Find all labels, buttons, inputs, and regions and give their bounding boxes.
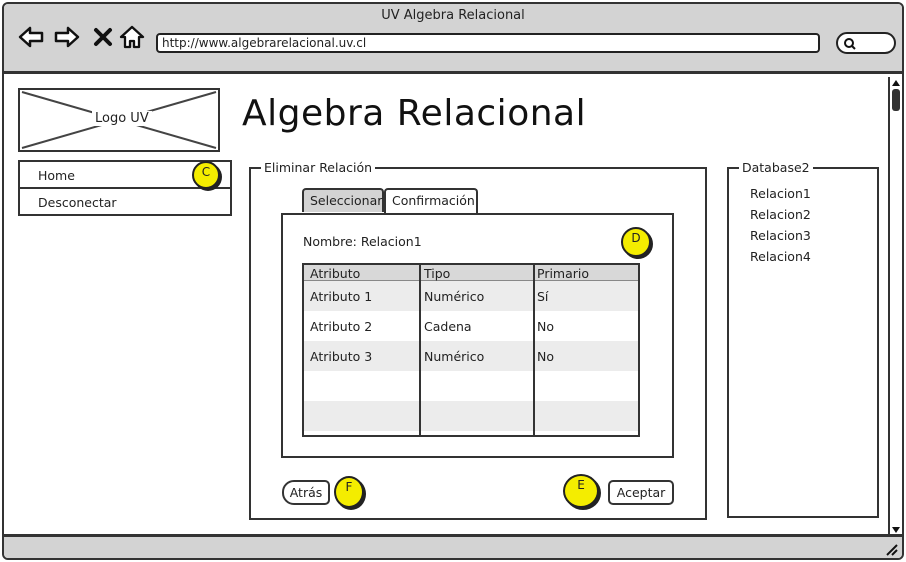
search-box[interactable]	[836, 32, 896, 54]
cell-atributo: Atributo 1	[310, 289, 373, 304]
annotation-badge-e: E	[563, 474, 599, 508]
back-arrow-icon[interactable]	[18, 24, 44, 50]
address-bar[interactable]: http://www.algebrarelacional.uv.cl	[156, 33, 820, 53]
cell-primario: Sí	[537, 289, 549, 304]
scroll-thumb[interactable]	[892, 89, 900, 111]
page-title: Algebra Relacional	[242, 93, 587, 134]
column-divider	[419, 265, 421, 435]
cell-atributo: Atributo 3	[310, 349, 373, 364]
column-divider	[533, 265, 535, 435]
database-legend: Database2	[739, 160, 813, 175]
table-row-empty	[304, 401, 638, 431]
home-icon[interactable]	[119, 24, 145, 50]
attributes-table: Atributo Tipo Primario Atributo 1 Numéri…	[302, 263, 640, 437]
header-tipo: Tipo	[424, 266, 451, 281]
tab-confirmacion[interactable]: Confirmación	[384, 188, 478, 215]
cell-tipo: Numérico	[424, 289, 485, 304]
window-title: UV Algebra Relacional	[381, 8, 525, 23]
scroll-up-icon[interactable]	[891, 78, 901, 88]
status-bar	[4, 534, 902, 558]
cell-tipo: Cadena	[424, 319, 472, 334]
annotation-badge-c: C	[192, 161, 220, 189]
browser-window: UV Algebra Relacional http://www.algebra…	[2, 2, 904, 560]
accept-button[interactable]: Aceptar	[608, 480, 674, 505]
resize-grip-icon[interactable]	[884, 542, 898, 556]
logo-label: Logo UV	[92, 111, 152, 126]
back-button[interactable]: Atrás	[282, 480, 330, 505]
sidebar-item-desconectar[interactable]: Desconectar	[20, 189, 230, 216]
annotation-badge-d: D	[621, 227, 651, 257]
database-item-relacion2[interactable]: Relacion2	[750, 207, 811, 222]
database-item-relacion4[interactable]: Relacion4	[750, 249, 811, 264]
page-content: Logo UV Algebra Relacional Home Desconec…	[4, 77, 890, 536]
close-icon[interactable]	[90, 24, 116, 50]
header-atributo: Atributo	[310, 266, 361, 281]
cell-tipo: Numérico	[424, 349, 485, 364]
eliminar-relacion-legend: Eliminar Relación	[261, 160, 376, 175]
browser-toolbar: UV Algebra Relacional http://www.algebra…	[4, 4, 902, 74]
table-row-empty	[304, 371, 638, 401]
header-primario: Primario	[537, 266, 590, 281]
forward-arrow-icon[interactable]	[54, 24, 80, 50]
tab-seleccionar[interactable]: Seleccionar	[302, 188, 384, 212]
database-item-relacion1[interactable]: Relacion1	[750, 186, 811, 201]
annotation-badge-f: F	[334, 476, 364, 508]
nombre-label: Nombre: Relacion1	[303, 234, 422, 249]
cell-primario: No	[537, 349, 554, 364]
vertical-scrollbar[interactable]	[888, 77, 902, 536]
cell-atributo: Atributo 2	[310, 319, 373, 334]
logo-placeholder: Logo UV	[18, 88, 220, 152]
cell-primario: No	[537, 319, 554, 334]
database-item-relacion3[interactable]: Relacion3	[750, 228, 811, 243]
search-icon	[844, 38, 856, 50]
